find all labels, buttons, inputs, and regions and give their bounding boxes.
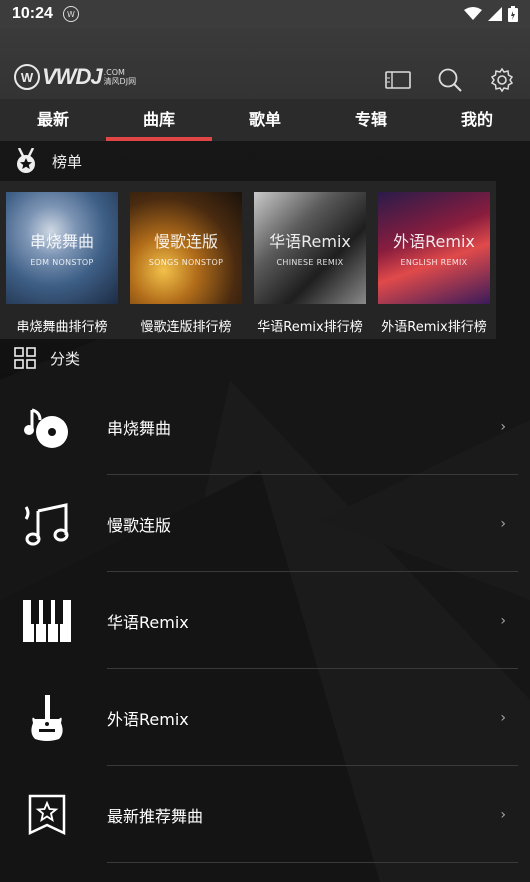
category-item-recommended[interactable]: 最新推荐舞曲 › (0, 766, 530, 863)
chevron-right-icon: › (500, 806, 506, 823)
tab-playlists[interactable]: 歌单 (212, 99, 318, 141)
category-section-header: 分类 (14, 347, 80, 369)
divider (107, 862, 518, 863)
cover-subtitle: ENGLISH REMIX (400, 258, 468, 267)
guitar-icon (22, 693, 72, 743)
music-notes-icon (22, 499, 72, 549)
battery-icon (508, 6, 518, 22)
logo-tagline: 清风DJ网 (103, 77, 137, 86)
ranking-section-header: 榜单 (14, 148, 82, 174)
ranking-card[interactable]: 华语Remix CHINESE REMIX 华语Remix排行榜 (254, 192, 366, 339)
category-item-chinese-remix[interactable]: 华语Remix › (0, 572, 530, 669)
star-bookmark-icon (22, 790, 72, 840)
ranking-card[interactable]: 慢歌连版 SONGS NONSTOP 慢歌连版排行榜 (130, 192, 242, 339)
app-header: W VWDJ .COM 清风DJ网 (0, 28, 530, 99)
ranking-card[interactable]: 串烧舞曲 EDM NONSTOP 串烧舞曲排行榜 (6, 192, 118, 339)
ranking-card-caption: 华语Remix排行榜 (257, 320, 363, 335)
cover-title: 外语Remix (393, 232, 475, 251)
ranking-card-caption: 串烧舞曲排行榜 (16, 320, 108, 335)
search-icon[interactable] (436, 66, 464, 94)
category-item-label: 慢歌连版 (107, 515, 172, 535)
cover-title: 串烧舞曲 (29, 232, 94, 251)
wifi-icon (464, 7, 482, 20)
chevron-right-icon: › (500, 515, 506, 532)
ranking-card-cover: 华语Remix CHINESE REMIX (254, 192, 366, 304)
cover-subtitle: EDM NONSTOP (30, 258, 94, 267)
music-disc-icon (22, 402, 72, 452)
signal-icon (488, 7, 502, 21)
cover-title: 慢歌连版 (153, 232, 218, 251)
piano-icon (22, 596, 72, 646)
ranking-card-caption: 外语Remix排行榜 (381, 320, 487, 335)
category-item-label: 外语Remix (107, 709, 189, 729)
logo-tld: .COM (103, 68, 125, 77)
settings-icon[interactable] (488, 66, 516, 94)
category-item-label: 华语Remix (107, 612, 189, 632)
app-notification-icon: W (62, 6, 79, 22)
ranking-card-cover: 串烧舞曲 EDM NONSTOP (6, 192, 118, 304)
tab-mine[interactable]: 我的 (424, 99, 530, 141)
ranking-card-caption: 慢歌连版排行榜 (140, 320, 232, 335)
ranking-card-cover: 外语Remix ENGLISH REMIX (378, 192, 490, 304)
tab-latest[interactable]: 最新 (0, 99, 106, 141)
chevron-right-icon: › (500, 418, 506, 435)
grid-icon (14, 347, 36, 369)
ranking-card-cover: 慢歌连版 SONGS NONSTOP (130, 192, 242, 304)
cast-icon[interactable] (384, 66, 412, 94)
cover-title: 华语Remix (269, 232, 351, 251)
category-item-medley[interactable]: 串烧舞曲 › (0, 378, 530, 475)
tab-albums[interactable]: 专辑 (318, 99, 424, 141)
category-item-label: 最新推荐舞曲 (107, 806, 204, 826)
ranking-card[interactable]: 外语Remix ENGLISH REMIX 外语Remix排行榜 (378, 192, 490, 339)
category-item-foreign-remix[interactable]: 外语Remix › (0, 669, 530, 766)
chevron-right-icon: › (500, 612, 506, 629)
status-time: 10:24 (12, 5, 53, 22)
chevron-right-icon: › (500, 709, 506, 726)
category-item-label: 串烧舞曲 (107, 418, 172, 438)
ranking-title: 榜单 (52, 152, 83, 171)
category-list: 串烧舞曲 › 慢歌连版 › 华语Remix › 外语Remix › 最新推荐舞曲… (0, 378, 530, 863)
logo-mark: W (14, 64, 40, 90)
logo-wordmark: VWDJ (42, 64, 103, 89)
medal-icon (17, 148, 35, 173)
main-tabs: 最新 曲库 歌单 专辑 我的 (0, 99, 530, 141)
status-bar: 10:24 W (0, 0, 530, 28)
cover-subtitle: SONGS NONSTOP (148, 258, 224, 267)
cover-subtitle: CHINESE REMIX (276, 258, 344, 267)
category-item-slow-songs[interactable]: 慢歌连版 › (0, 475, 530, 572)
app-logo[interactable]: W VWDJ .COM 清风DJ网 (14, 64, 136, 90)
category-title: 分类 (50, 349, 81, 368)
ranking-cards: 串烧舞曲 EDM NONSTOP 串烧舞曲排行榜 慢歌连版 SONGS NONS… (0, 181, 496, 339)
tab-library[interactable]: 曲库 (106, 99, 212, 141)
